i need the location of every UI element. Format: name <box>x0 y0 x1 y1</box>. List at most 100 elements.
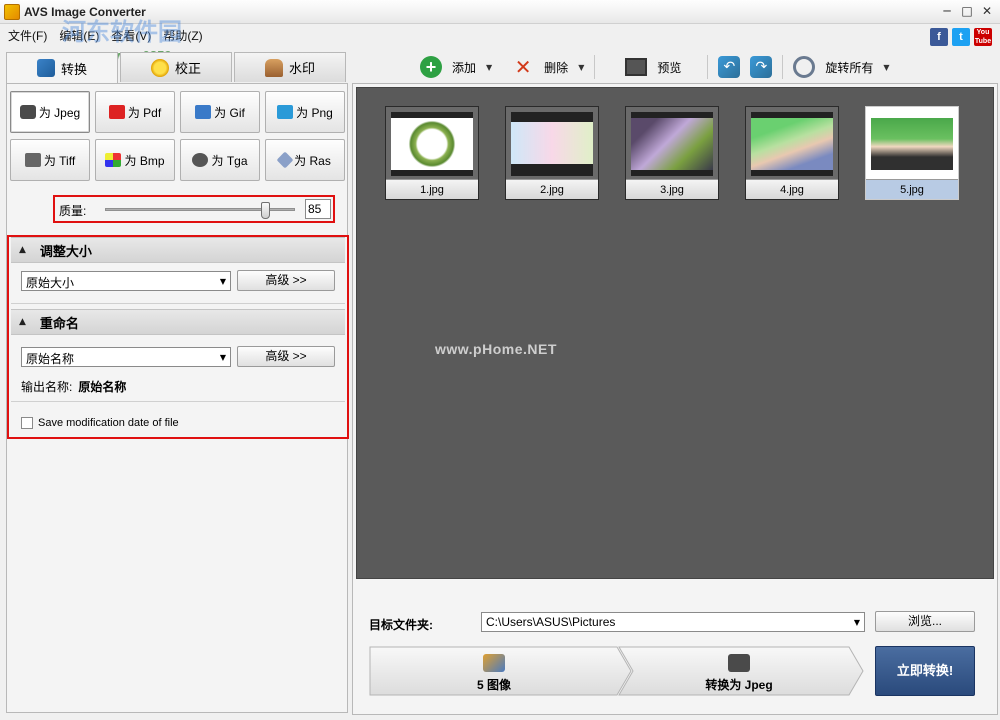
convert-now-button[interactable]: 立即转换! <box>875 646 975 696</box>
format-gif-button[interactable]: 为 Gif <box>180 91 260 133</box>
rotate-buttons: ↶ ↷ <box>708 53 782 81</box>
thumbnail-caption: 4.jpg <box>746 179 838 199</box>
png-icon <box>277 105 294 119</box>
rotate-all-label: 旋转所有 <box>825 60 874 75</box>
format-label: 为 Tiff <box>43 153 76 168</box>
delete-label: 删除 <box>544 60 569 75</box>
toolbar-separator <box>594 55 596 79</box>
maximize-button[interactable]: □ <box>960 4 974 18</box>
rotate-all-icon <box>793 56 816 78</box>
chevron-down-icon[interactable]: ▼ <box>883 63 889 72</box>
preview-button[interactable]: 预览 <box>615 53 691 81</box>
output-name-value: 原始名称 <box>78 380 127 394</box>
quality-input[interactable]: 85 <box>305 199 331 219</box>
output-name-label: 输出名称: <box>21 380 73 394</box>
image-thumbnail[interactable]: 2.jpg <box>505 106 599 200</box>
tiff-icon <box>24 153 41 167</box>
close-button[interactable]: ✕ <box>980 4 994 18</box>
thumbnail-image <box>511 112 593 176</box>
chevron-down-icon[interactable]: ▼ <box>486 63 492 72</box>
format-label: 为 Ras <box>294 153 331 168</box>
destination-label: 目标文件夹: <box>369 618 433 632</box>
tab-label: 水印 <box>288 61 315 76</box>
image-thumbnail[interactable]: 4.jpg <box>745 106 839 200</box>
watermark-text: 河东软件园 <box>62 18 182 46</box>
twitter-icon[interactable]: t <box>952 28 970 46</box>
menu-file[interactable]: 文件(F) <box>6 25 49 46</box>
pdf-icon <box>108 105 125 119</box>
output-name: 输出名称: 原始名称 <box>21 378 126 395</box>
collapse-triangle-icon: ▲ <box>19 245 26 255</box>
add-label: 添加 <box>452 60 477 75</box>
star-icon <box>150 58 169 77</box>
format-png-button[interactable]: 为 Png <box>265 91 345 133</box>
format-pdf-button[interactable]: 为 Pdf <box>95 91 175 133</box>
rename-advanced-button[interactable]: 高级 >> <box>237 346 335 367</box>
rotate-right-icon[interactable]: ↷ <box>750 56 773 78</box>
section-divider <box>11 401 345 402</box>
rotate-all-button[interactable]: 旋转所有 ▼ <box>783 53 899 81</box>
ras-icon <box>276 151 294 169</box>
save-date-label: Save modification date of file <box>38 417 179 429</box>
resize-advanced-button[interactable]: 高级 >> <box>237 270 335 291</box>
bmp-icon <box>105 153 122 167</box>
facebook-icon[interactable]: f <box>930 28 948 46</box>
format-tiff-button[interactable]: 为 Tiff <box>10 139 90 181</box>
rename-section-header[interactable]: ▲ 重命名 <box>11 309 345 335</box>
format-label: 为 Gif <box>214 105 245 120</box>
format-label: 为 Png <box>296 105 333 120</box>
tab-correct[interactable]: 校正 <box>120 52 232 82</box>
youtube-icon[interactable]: You Tube <box>974 28 992 46</box>
destination-path: C:\Users\ASUS\Pictures <box>486 615 616 629</box>
tab-strip: 转换 校正 水印 <box>6 52 348 83</box>
destination-select[interactable]: C:\Users\ASUS\Pictures ▼ <box>481 612 865 632</box>
quality-slider-thumb[interactable] <box>260 202 270 219</box>
image-thumbnail-selected[interactable]: 5.jpg <box>865 106 959 200</box>
tga-icon <box>192 153 209 167</box>
format-label: 为 Bmp <box>124 153 165 168</box>
minimize-button[interactable]: ─ <box>940 4 954 18</box>
format-bmp-button[interactable]: 为 Bmp <box>95 139 175 181</box>
resize-select[interactable]: 原始大小 ▼ <box>21 271 231 291</box>
tab-label: 转换 <box>60 61 87 77</box>
thumbnail-caption: 2.jpg <box>506 179 598 199</box>
image-thumbnail[interactable]: 1.jpg <box>385 106 479 200</box>
thumbnail-image <box>871 112 953 176</box>
preview-label: 预览 <box>657 60 682 75</box>
format-label: 为 Jpeg <box>38 105 81 120</box>
social-links: f t You Tube <box>930 28 992 46</box>
rotate-left-icon[interactable]: ↶ <box>718 56 741 78</box>
format-label: 为 Pdf <box>127 105 162 120</box>
delete-button[interactable]: ✕ 删除 ▼ <box>502 53 594 81</box>
plus-icon: + <box>420 56 442 78</box>
format-ras-button[interactable]: 为 Ras <box>265 139 345 181</box>
image-thumbnail[interactable]: 3.jpg <box>625 106 719 200</box>
format-tga-button[interactable]: 为 Tga <box>180 139 260 181</box>
tab-convert[interactable]: 转换 <box>6 52 118 83</box>
images-icon <box>483 654 505 672</box>
conversion-steps: 5 图像 转换为 Jpeg <box>369 646 865 696</box>
add-button[interactable]: + 添加 ▼ <box>410 53 502 81</box>
section-divider <box>11 303 345 304</box>
browse-button[interactable]: 浏览... <box>875 611 975 632</box>
tab-watermark[interactable]: 水印 <box>234 52 346 82</box>
format-jpeg-button[interactable]: 为 Jpeg <box>10 91 90 133</box>
resize-section-header[interactable]: ▲ 调整大小 <box>11 237 345 263</box>
resize-select-value: 原始大小 <box>26 276 75 290</box>
step-images: 5 图像 <box>369 646 619 696</box>
save-date-option[interactable]: Save modification date of file <box>21 417 179 429</box>
stamp-icon <box>264 58 283 77</box>
camera-icon <box>19 105 36 119</box>
rename-header-label: 重命名 <box>39 315 79 331</box>
thumbnail-image <box>391 112 473 176</box>
chevron-down-icon[interactable]: ▼ <box>578 63 584 72</box>
save-date-checkbox[interactable] <box>21 417 33 429</box>
chevron-down-icon: ▼ <box>219 353 226 362</box>
step-convert-label: 转换为 Jpeg <box>705 678 773 692</box>
quality-slider[interactable] <box>105 202 295 219</box>
collapse-triangle-icon: ▲ <box>19 317 26 327</box>
resize-header-label: 调整大小 <box>39 243 92 259</box>
rename-select[interactable]: 原始名称 ▼ <box>21 347 231 367</box>
tab-label: 校正 <box>174 61 201 76</box>
delete-icon: ✕ <box>514 55 532 79</box>
